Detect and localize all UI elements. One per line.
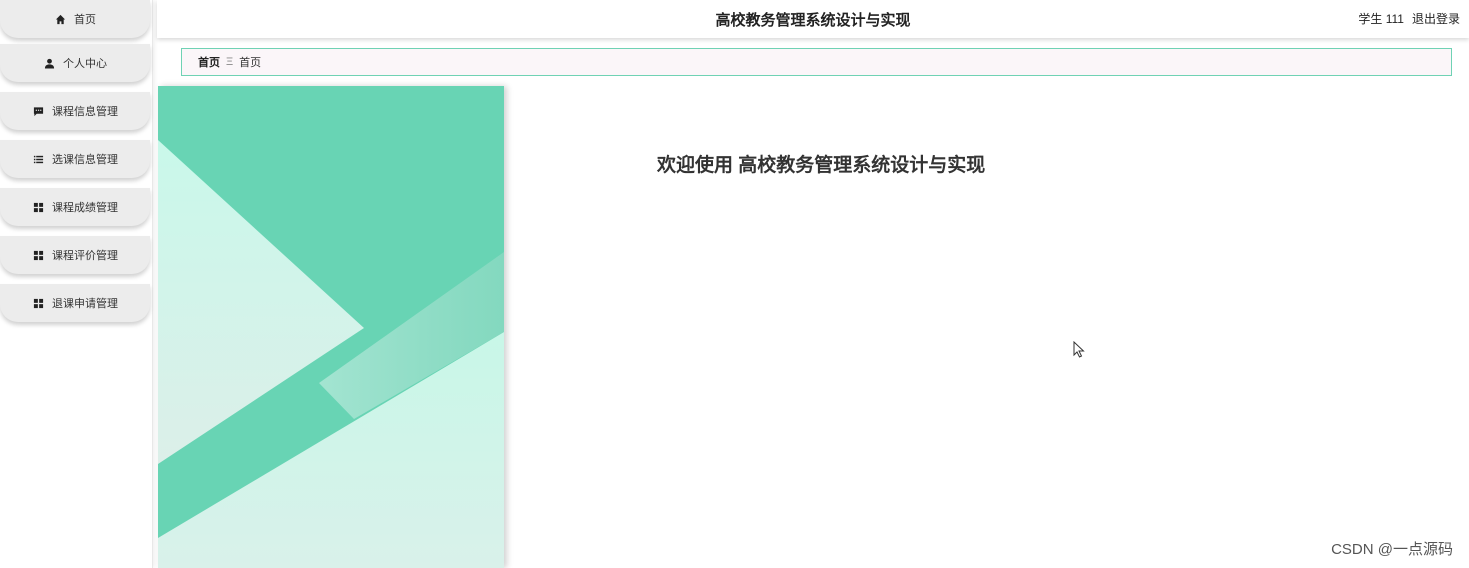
sidebar-item-label: 课程评价管理 — [52, 250, 118, 262]
app-title: 高校教务管理系统设计与实现 — [715, 12, 911, 29]
user-name: 学生 111 — [1358, 12, 1404, 26]
sidebar-item-label: 课程信息管理 — [52, 106, 118, 118]
grid-icon — [32, 201, 44, 213]
home-icon — [54, 13, 66, 25]
sidebar-item-home[interactable]: 首页 — [0, 0, 150, 38]
sidebar-item-label: 首页 — [74, 14, 96, 26]
sidebar: 首页 个人中心 课程信息管理 选课信息管理 课程成绩管理 课程评价管理 退课申请… — [0, 0, 153, 568]
sidebar-item-label: 课程成绩管理 — [52, 202, 118, 214]
user-icon — [43, 57, 55, 69]
logout-link[interactable]: 退出登录 — [1412, 10, 1460, 27]
decorative-banner — [158, 86, 504, 568]
breadcrumb: 首页 Ξ 首页 — [181, 48, 1452, 76]
app-root: 首页 个人中心 课程信息管理 选课信息管理 课程成绩管理 课程评价管理 退课申请… — [0, 0, 1469, 568]
sidebar-item-course-selection[interactable]: 选课信息管理 — [0, 140, 150, 178]
sidebar-item-course-grades[interactable]: 课程成绩管理 — [0, 188, 150, 226]
sidebar-item-course-info[interactable]: 课程信息管理 — [0, 92, 150, 130]
grid-icon — [32, 297, 44, 309]
message-icon — [32, 105, 44, 117]
breadcrumb-current: 首页 — [239, 57, 262, 69]
sidebar-item-label: 个人中心 — [63, 58, 107, 70]
sidebar-item-profile[interactable]: 个人中心 — [0, 44, 150, 82]
watermark: CSDN @一点源码 — [1331, 541, 1453, 558]
list-icon — [32, 153, 44, 165]
sidebar-item-label: 退课申请管理 — [52, 298, 118, 310]
welcome-message: 欢迎使用 高校教务管理系统设计与实现 — [657, 155, 986, 176]
breadcrumb-home[interactable]: 首页 — [198, 54, 220, 70]
sidebar-item-label: 选课信息管理 — [52, 154, 118, 166]
user-area: 学生 111 退出登录 — [1358, 10, 1460, 27]
breadcrumb-separator: Ξ — [226, 56, 234, 68]
grid-icon — [32, 249, 44, 261]
top-header: 高校教务管理系统设计与实现 学生 111 退出登录 — [157, 0, 1469, 38]
sidebar-item-course-evaluation[interactable]: 课程评价管理 — [0, 236, 150, 274]
mouse-cursor-icon — [1073, 340, 1085, 363]
sidebar-item-drop-course[interactable]: 退课申请管理 — [0, 284, 150, 322]
